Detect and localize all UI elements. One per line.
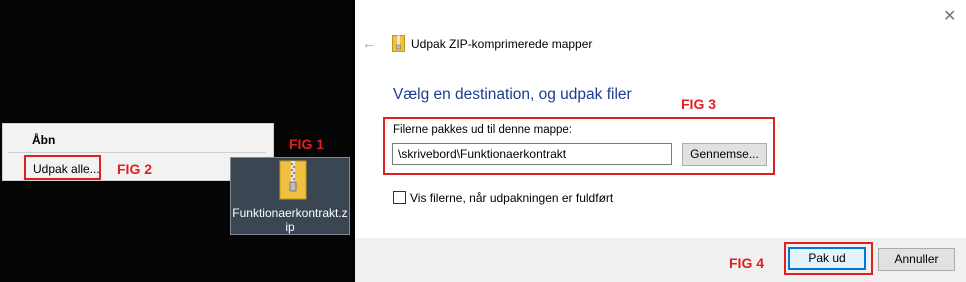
fig4-label: FIG 4 [729, 255, 765, 271]
extract-button[interactable]: Pak ud [788, 247, 866, 270]
zip-folder-icon [279, 160, 307, 200]
dialog-footer [355, 238, 966, 282]
back-arrow-icon[interactable]: ← [362, 35, 376, 51]
fig2-highlight-box [24, 155, 101, 180]
cancel-button[interactable]: Annuller [878, 248, 955, 271]
context-menu-separator [8, 152, 266, 153]
zip-folder-small-icon [392, 35, 405, 52]
context-menu-open[interactable]: Åbn [32, 133, 55, 147]
zip-file-name-line2: ip [285, 220, 295, 234]
dialog-title: Udpak ZIP-komprimerede mapper [411, 37, 593, 51]
zip-file-name: Funktionaerkontrakt.z ip [231, 206, 349, 234]
fig1-label: FIG 1 [289, 136, 325, 152]
show-files-checkbox[interactable] [393, 191, 406, 204]
destination-label: Filerne pakkes ud til denne mappe: [393, 124, 572, 136]
show-files-label[interactable]: Vis filerne, når udpakningen er fuldført [410, 191, 613, 205]
dialog-heading: Vælg en destination, og udpak filer [393, 86, 632, 103]
fig2-label: FIG 2 [117, 161, 153, 177]
close-icon[interactable]: ✕ [943, 6, 956, 26]
browse-button[interactable]: Gennemse... [682, 143, 767, 166]
fig3-label: FIG 3 [681, 96, 717, 112]
zip-file-name-line1: Funktionaerkontrakt.z [232, 206, 348, 220]
destination-input[interactable]: \skrivebord\Funktionaerkontrakt [392, 143, 672, 165]
